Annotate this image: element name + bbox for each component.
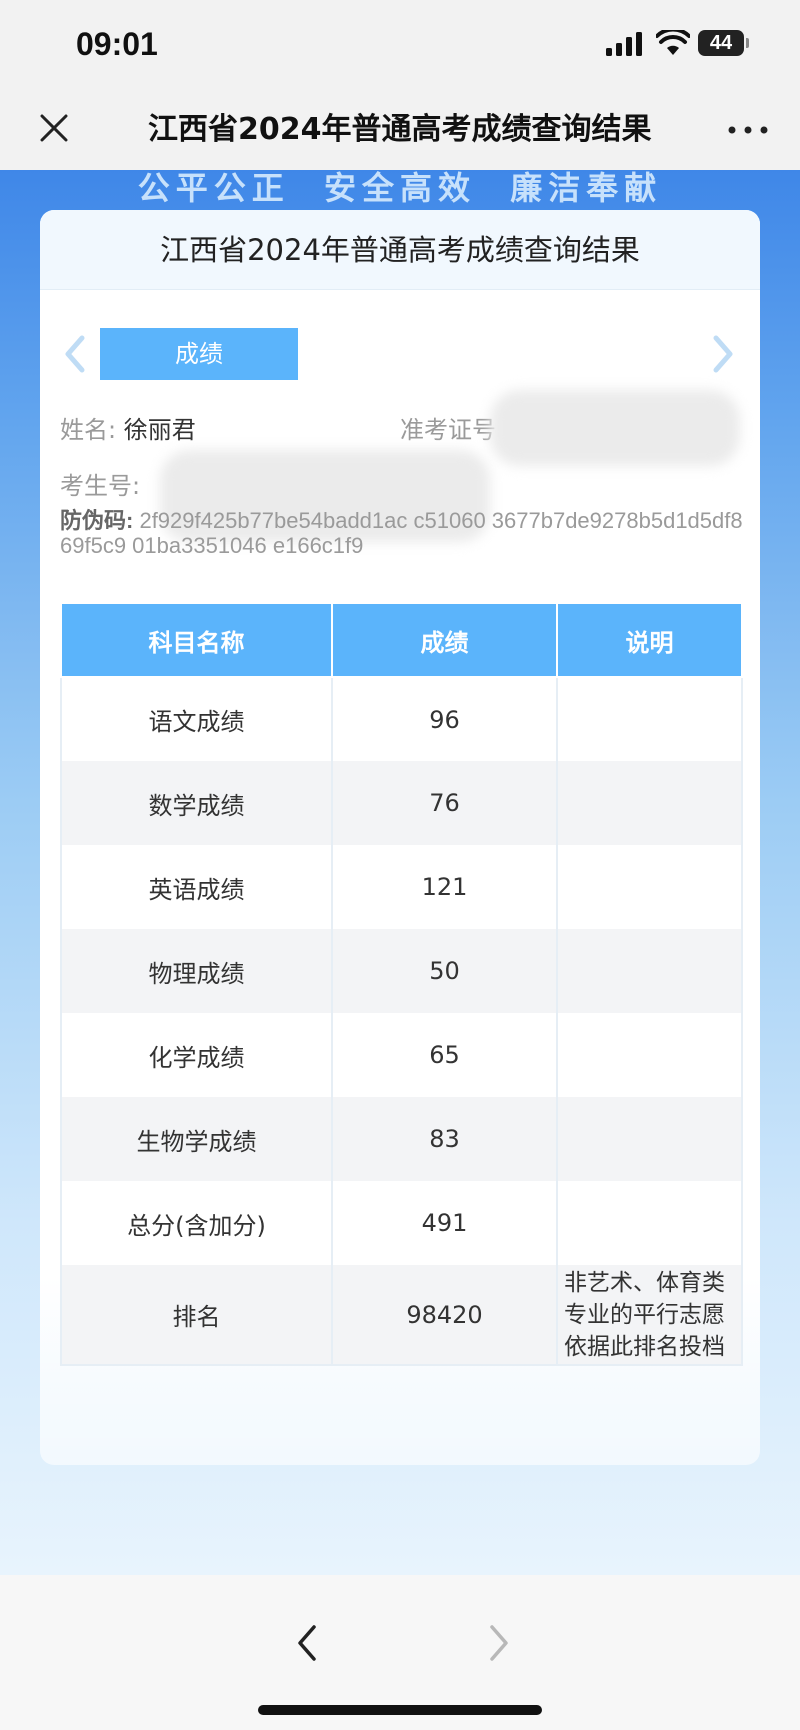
anti-fake-label: 防伪码:: [60, 508, 134, 533]
more-icon[interactable]: [726, 116, 770, 144]
tab-score[interactable]: 成绩: [100, 328, 298, 380]
score-cell: 121: [331, 845, 558, 929]
subject-cell: 物理成绩: [60, 929, 333, 1013]
result-card: 江西省2024年普通高考成绩查询结果 成绩 姓名: 徐丽君 准考证号 考生号: …: [40, 210, 760, 1465]
table-row: 语文成绩 96: [60, 677, 743, 761]
back-icon[interactable]: [292, 1621, 322, 1665]
signal-icon: [606, 32, 642, 56]
score-cell: 76: [331, 761, 558, 845]
score-cell: 96: [331, 677, 558, 761]
home-indicator: [258, 1705, 542, 1715]
subject-cell: 数学成绩: [60, 761, 333, 845]
close-icon[interactable]: [34, 108, 74, 148]
score-cell: 50: [331, 929, 558, 1013]
subject-cell: 语文成绩: [60, 677, 333, 761]
exam-no-label: 准考证号: [400, 416, 496, 444]
anti-fake-code: 防伪码: 2f929f425b77be54badd1ac c51060 3677…: [60, 508, 750, 558]
nav-title: 江西省2024年普通高考成绩查询结果: [148, 112, 652, 147]
note-cell: [556, 677, 743, 761]
note-cell: [556, 1097, 743, 1181]
name-row: 姓名: 徐丽君: [60, 410, 196, 445]
bottom-toolbar: [0, 1575, 800, 1730]
banner-slogan: 公平公正 安全高效 廉洁奉献: [137, 169, 663, 207]
score-cell: 98420: [331, 1265, 558, 1366]
table-row: 物理成绩 50: [60, 929, 743, 1013]
subject-cell: 化学成绩: [60, 1013, 333, 1097]
score-cell: 491: [331, 1181, 558, 1265]
note-cell: [556, 1181, 743, 1265]
student-no-label: 考生号:: [60, 472, 141, 500]
student-no-row: 考生号:: [60, 466, 140, 501]
subject-cell: 英语成绩: [60, 845, 333, 929]
header-note: 说明: [556, 602, 743, 678]
subject-cell: 总分(含加分): [60, 1181, 333, 1265]
subject-cell: 排名: [60, 1265, 333, 1366]
header-score: 成绩: [331, 602, 558, 678]
subject-cell: 生物学成绩: [60, 1097, 333, 1181]
status-time: 09:01: [76, 26, 158, 62]
note-cell: [556, 761, 743, 845]
header-subject: 科目名称: [60, 602, 333, 678]
redacted-exam-no: [490, 390, 740, 466]
table-row: 排名 98420 非艺术、体育类专业的平行志愿依据此排名投档: [60, 1265, 743, 1366]
battery-icon: 44: [698, 30, 749, 56]
card-title: 江西省2024年普通高考成绩查询结果: [40, 210, 760, 290]
anti-fake-value: 2f929f425b77be54badd1ac c51060 3677b7de9…: [60, 508, 743, 558]
status-bar: 09:01 44: [0, 0, 800, 90]
table-row: 数学成绩 76: [60, 761, 743, 845]
table-row: 英语成绩 121: [60, 845, 743, 929]
table-header-row: 科目名称 成绩 说明: [60, 602, 743, 678]
note-cell: [556, 1013, 743, 1097]
forward-icon[interactable]: [484, 1621, 514, 1665]
table-row: 总分(含加分) 491: [60, 1181, 743, 1265]
name-label: 姓名:: [60, 416, 117, 444]
table-row: 化学成绩 65: [60, 1013, 743, 1097]
score-cell: 65: [331, 1013, 558, 1097]
chevron-left-icon[interactable]: [60, 332, 88, 376]
note-cell: [556, 845, 743, 929]
table-row: 生物学成绩 83: [60, 1097, 743, 1181]
name-value: 徐丽君: [123, 416, 196, 444]
score-table: 科目名称 成绩 说明 语文成绩 96 数学成绩 76 英语成绩 121 物理成绩…: [60, 602, 743, 1366]
note-cell: [556, 929, 743, 1013]
exam-no-row: 准考证号: [400, 410, 496, 445]
score-cell: 83: [331, 1097, 558, 1181]
battery-level: 44: [709, 32, 733, 54]
nav-bar: 江西省2024年普通高考成绩查询结果: [0, 90, 800, 170]
note-cell: 非艺术、体育类专业的平行志愿依据此排名投档: [556, 1265, 743, 1366]
wifi-icon: [656, 30, 690, 55]
chevron-right-icon[interactable]: [710, 332, 738, 376]
